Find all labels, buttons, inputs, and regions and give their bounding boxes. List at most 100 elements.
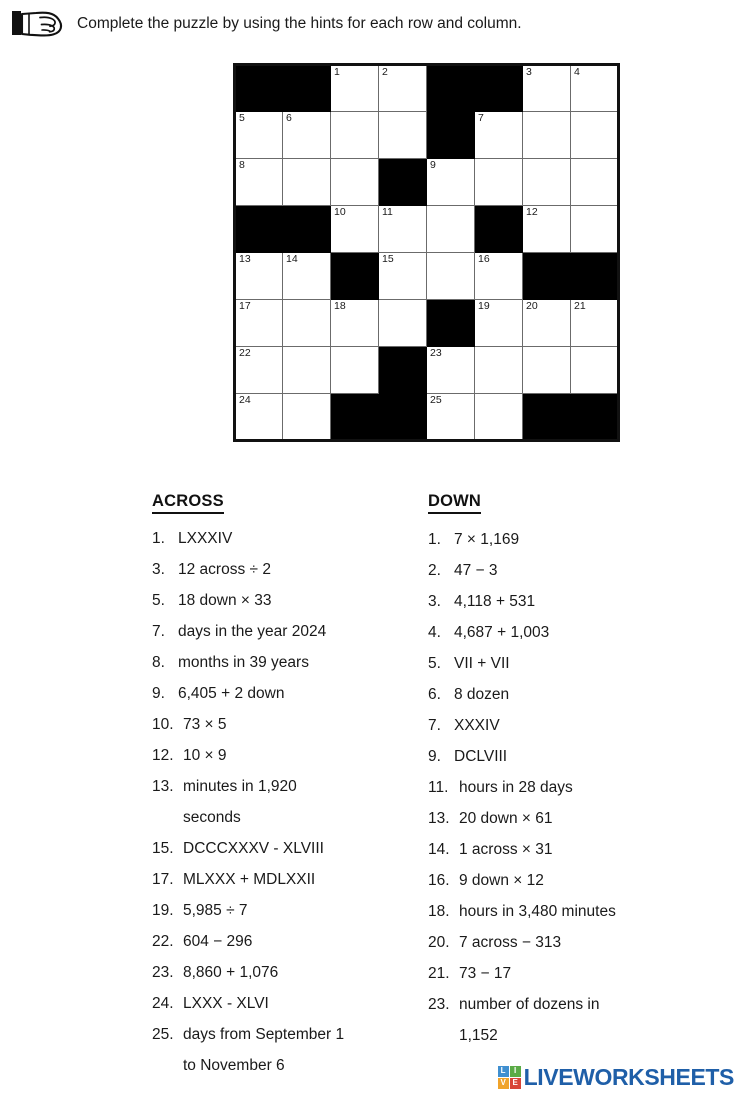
grid-cell-input[interactable]: 19 — [474, 299, 523, 347]
grid-cell-input[interactable] — [570, 205, 619, 253]
clue-number: 6. — [428, 686, 441, 703]
clue-text: 1 across × 31 — [459, 841, 553, 858]
grid-cell-input[interactable]: 6 — [282, 111, 331, 159]
grid-cell-input[interactable] — [378, 111, 427, 159]
liveworksheets-logo[interactable]: LIVE LIVEWORKSHEETS — [497, 1062, 734, 1092]
grid-cell-input[interactable]: 12 — [522, 205, 571, 253]
grid-cell-input[interactable] — [426, 252, 475, 300]
clue-item: 2. 47 − 3 — [428, 555, 728, 586]
grid-cell-input[interactable] — [330, 111, 379, 159]
clue-item: 13. minutes in 1,920 — [152, 771, 417, 802]
clue-number: 18. — [428, 903, 450, 920]
grid-cell-input[interactable] — [330, 346, 379, 394]
grid-cell-input[interactable]: 25 — [426, 393, 475, 441]
grid-cell-input[interactable] — [522, 158, 571, 206]
grid-cell-input[interactable] — [474, 158, 523, 206]
clue-number: 25. — [152, 1026, 174, 1043]
clue-item: 7. XXXIV — [428, 710, 728, 741]
grid-cell-input[interactable]: 13 — [234, 252, 283, 300]
clue-number: 21. — [428, 965, 450, 982]
clue-text: 8 dozen — [454, 686, 510, 703]
clue-text: LXXX - XLVI — [183, 995, 269, 1012]
grid-cell-input[interactable] — [282, 299, 331, 347]
clue-text: 73 × 5 — [183, 716, 227, 733]
clue-text: 7 across − 313 — [459, 934, 562, 951]
grid-cell-input[interactable] — [330, 158, 379, 206]
grid-cell-input[interactable] — [474, 346, 523, 394]
grid-cell-input[interactable]: 11 — [378, 205, 427, 253]
clue-text: minutes in 1,920 — [183, 778, 297, 795]
clue-text: 9 down × 12 — [459, 872, 544, 889]
grid-cell-input[interactable] — [522, 111, 571, 159]
grid-cell-input[interactable] — [282, 158, 331, 206]
clue-item: 15. DCCCXXXV - XLVIII — [152, 833, 417, 864]
clue-text: 6,405 + 2 down — [178, 685, 285, 702]
clue-item: 23. 8,860 + 1,076 — [152, 957, 417, 988]
clue-number: 9. — [152, 685, 165, 702]
logo-tile-e: E — [509, 1077, 521, 1089]
grid-cell-input[interactable] — [282, 393, 331, 441]
grid-cell-input[interactable]: 18 — [330, 299, 379, 347]
grid-cell-input[interactable]: 4 — [570, 64, 619, 112]
clue-item: 9. 6,405 + 2 down — [152, 678, 417, 709]
grid-cell-input[interactable]: 5 — [234, 111, 283, 159]
clue-text: 604 − 296 — [183, 933, 253, 950]
grid-cell-input[interactable]: 15 — [378, 252, 427, 300]
grid-cell-number: 16 — [478, 253, 490, 265]
crossword-grid-container: 1 2 3 4 5 6 7 8 9 10 11 12 13 14 15 16 17 18 19 20 21 22 23 24 2… — [233, 63, 620, 442]
grid-cell-input[interactable]: 10 — [330, 205, 379, 253]
grid-cell-input[interactable]: 8 — [234, 158, 283, 206]
clue-item: 3. 4,118 + 531 — [428, 586, 728, 617]
clue-item: 12. 10 × 9 — [152, 740, 417, 771]
grid-cell-input[interactable] — [522, 346, 571, 394]
grid-cell-input[interactable] — [570, 346, 619, 394]
grid-cell-input[interactable]: 23 — [426, 346, 475, 394]
clue-item: 22. 604 − 296 — [152, 926, 417, 957]
clue-item: 14. 1 across × 31 — [428, 834, 728, 865]
clue-number: 17. — [152, 871, 174, 888]
grid-cell-block — [426, 299, 475, 347]
grid-cell-input[interactable] — [282, 346, 331, 394]
grid-cell-input[interactable] — [474, 393, 523, 441]
crossword-row: 1 2 3 4 — [234, 64, 619, 112]
grid-cell-number: 5 — [239, 112, 245, 124]
clue-number: 1. — [428, 531, 441, 548]
instruction-bar: Complete the puzzle by using the hints f… — [0, 0, 736, 48]
grid-cell-input[interactable]: 21 — [570, 299, 619, 347]
grid-cell-input[interactable]: 16 — [474, 252, 523, 300]
pointing-hand-icon — [12, 11, 63, 37]
grid-cell-input[interactable]: 2 — [378, 64, 427, 112]
grid-cell-input[interactable] — [570, 111, 619, 159]
clue-number: 12. — [152, 747, 174, 764]
grid-cell-number: 4 — [574, 66, 580, 78]
grid-cell-input[interactable]: 14 — [282, 252, 331, 300]
grid-cell-input[interactable]: 9 — [426, 158, 475, 206]
grid-cell-input[interactable] — [426, 205, 475, 253]
grid-cell-input[interactable]: 20 — [522, 299, 571, 347]
logo-tile-i: I — [509, 1065, 521, 1077]
crossword-row: 24 25 — [234, 393, 619, 441]
grid-cell-input[interactable]: 22 — [234, 346, 283, 394]
clue-text: DCCCXXXV - XLVIII — [183, 840, 324, 857]
clue-text: 7 × 1,169 — [454, 531, 520, 548]
grid-cell-input[interactable] — [570, 158, 619, 206]
clue-number: 5. — [152, 592, 165, 609]
clue-item: 5. VII + VII — [428, 648, 728, 679]
grid-cell-number: 19 — [478, 300, 490, 312]
grid-cell-input[interactable]: 3 — [522, 64, 571, 112]
crossword-row: 5 6 7 — [234, 111, 619, 159]
grid-cell-input[interactable]: 7 — [474, 111, 523, 159]
grid-cell-input[interactable]: 1 — [330, 64, 379, 112]
crossword-grid[interactable]: 1 2 3 4 5 6 7 8 9 10 11 12 13 14 15 16 17 18 19 20 21 22 23 24 2… — [233, 63, 620, 442]
crossword-row: 13 14 15 16 — [234, 252, 619, 300]
grid-cell-input[interactable]: 17 — [234, 299, 283, 347]
grid-cell-input[interactable] — [378, 299, 427, 347]
grid-cell-input[interactable]: 24 — [234, 393, 283, 441]
clue-text-continuation: seconds — [183, 809, 241, 826]
clue-number: 20. — [428, 934, 450, 951]
clue-text: XXXIV — [454, 717, 500, 734]
clue-number: 16. — [428, 872, 450, 889]
grid-cell-number: 9 — [430, 159, 436, 171]
clue-item: 18. hours in 3,480 minutes — [428, 896, 728, 927]
crossword-row: 10 11 12 — [234, 205, 619, 253]
